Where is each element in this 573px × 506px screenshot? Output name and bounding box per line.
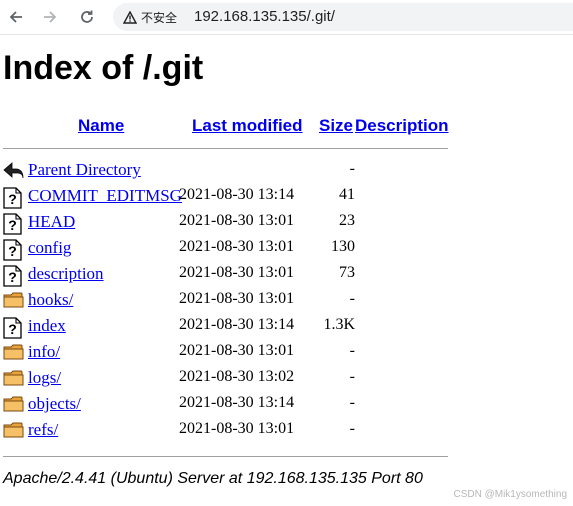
sort-by-size-link[interactable]: Size xyxy=(319,116,353,135)
unknown-file-icon: ? xyxy=(3,187,23,209)
last-modified: 2021-08-30 13:01 xyxy=(179,420,295,437)
folder-icon xyxy=(3,421,24,441)
file-size: 41 xyxy=(339,186,355,203)
unknown-file-icon: ? xyxy=(3,239,23,261)
file-size: - xyxy=(349,394,355,411)
file-link[interactable]: hooks/ xyxy=(28,290,73,310)
list-item: ? HEAD 2021-08-30 13:01 23 xyxy=(3,210,453,236)
warning-icon xyxy=(123,10,137,24)
list-item: ? COMMIT_EDITMSG 2021-08-30 13:14 41 xyxy=(3,184,453,210)
page-title: Index of /.git xyxy=(3,49,204,87)
file-size: - xyxy=(349,420,355,437)
svg-text:?: ? xyxy=(8,191,17,207)
list-item: info/2021-08-30 13:01 - xyxy=(3,340,453,366)
file-link[interactable]: refs/ xyxy=(28,420,58,440)
last-modified: 2021-08-30 13:01 xyxy=(179,212,295,229)
list-item: ? index 2021-08-30 13:14 1.3K xyxy=(3,314,453,340)
list-item: hooks/2021-08-30 13:01 - xyxy=(3,288,453,314)
watermark: CSDN @Mik1ysomething xyxy=(453,489,567,500)
forward-arrow-icon xyxy=(42,9,58,25)
file-size: 73 xyxy=(339,264,355,281)
column-header-size[interactable]: Size xyxy=(319,116,353,136)
folder-icon xyxy=(3,291,24,311)
file-link[interactable]: Parent Directory xyxy=(28,160,141,180)
reload-button[interactable] xyxy=(75,5,99,29)
svg-text:?: ? xyxy=(8,321,17,337)
sort-by-modified-link[interactable]: Last modified xyxy=(192,116,303,135)
file-size: - xyxy=(349,342,355,359)
unknown-file-icon: ? xyxy=(3,213,23,235)
back-arrow-icon xyxy=(8,9,24,25)
last-modified: 2021-08-30 13:02 xyxy=(179,368,295,385)
file-link[interactable]: logs/ xyxy=(28,368,61,388)
address-bar[interactable]: 不安全 192.168.135.135/.git/ xyxy=(113,3,573,31)
svg-text:?: ? xyxy=(8,243,17,259)
column-header-last-modified[interactable]: Last modified xyxy=(192,116,303,136)
security-indicator[interactable]: 不安全 xyxy=(123,7,177,27)
svg-text:?: ? xyxy=(8,217,17,233)
file-size: - xyxy=(349,290,355,307)
server-signature: Apache/2.4.41 (Ubuntu) Server at 192.168… xyxy=(3,470,423,487)
list-item: Parent Directory - xyxy=(3,158,453,184)
file-link[interactable]: description xyxy=(28,264,104,284)
file-link[interactable]: HEAD xyxy=(28,212,75,232)
file-size: 23 xyxy=(339,212,355,229)
file-link[interactable]: index xyxy=(28,316,66,336)
back-button[interactable] xyxy=(4,5,28,29)
svg-text:?: ? xyxy=(8,269,17,285)
folder-icon xyxy=(3,369,24,389)
file-size: - xyxy=(349,368,355,385)
folder-icon xyxy=(3,343,24,363)
last-modified: 2021-08-30 13:14 xyxy=(179,394,295,411)
last-modified: 2021-08-30 13:01 xyxy=(179,264,295,281)
back-folder-icon xyxy=(3,161,24,181)
column-header-name[interactable]: Name xyxy=(78,116,124,136)
list-item: ? description 2021-08-30 13:01 73 xyxy=(3,262,453,288)
file-link[interactable]: objects/ xyxy=(28,394,81,414)
last-modified: 2021-08-30 13:01 xyxy=(179,238,295,255)
folder-icon xyxy=(3,395,24,415)
unknown-file-icon: ? xyxy=(3,317,23,339)
sort-by-description-link[interactable]: Description xyxy=(355,116,449,135)
url-text[interactable]: 192.168.135.135/.git/ xyxy=(194,8,335,25)
browser-toolbar: 不安全 192.168.135.135/.git/ xyxy=(0,0,573,35)
last-modified: 2021-08-30 13:14 xyxy=(179,316,295,333)
forward-button[interactable] xyxy=(38,5,62,29)
list-item: refs/2021-08-30 13:01 - xyxy=(3,418,453,444)
security-label: 不安全 xyxy=(141,10,178,25)
last-modified: 2021-08-30 13:01 xyxy=(179,342,295,359)
list-item: logs/2021-08-30 13:02 - xyxy=(3,366,453,392)
file-link[interactable]: COMMIT_EDITMSG xyxy=(28,186,182,206)
unknown-file-icon: ? xyxy=(3,265,23,287)
header-divider xyxy=(3,148,448,149)
last-modified: 2021-08-30 13:01 xyxy=(179,290,295,307)
list-item: objects/2021-08-30 13:14 - xyxy=(3,392,453,418)
file-size: 1.3K xyxy=(323,316,355,333)
file-link[interactable]: config xyxy=(28,238,71,258)
sort-by-name-link[interactable]: Name xyxy=(78,116,124,135)
file-size: 130 xyxy=(331,238,355,255)
file-size: - xyxy=(349,160,355,177)
footer-divider xyxy=(3,456,448,457)
file-link[interactable]: info/ xyxy=(28,342,60,362)
column-header-description[interactable]: Description xyxy=(355,116,449,136)
reload-icon xyxy=(79,9,95,25)
list-item: ? config 2021-08-30 13:01 130 xyxy=(3,236,453,262)
last-modified: 2021-08-30 13:14 xyxy=(179,186,295,203)
